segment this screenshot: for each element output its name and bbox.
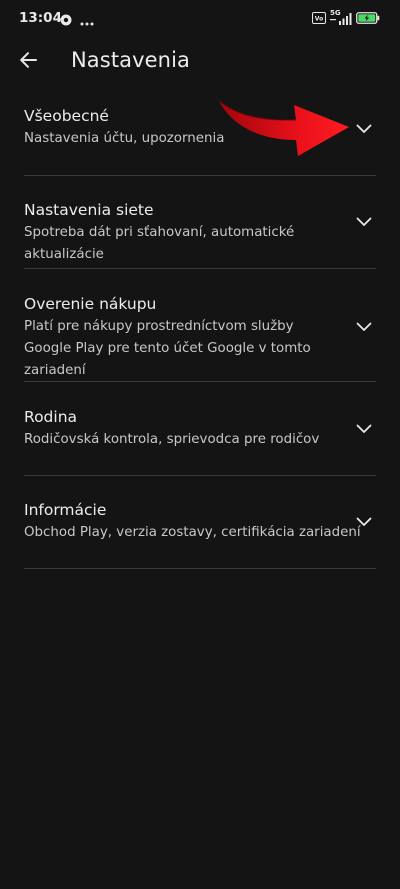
back-button[interactable]: [12, 46, 44, 78]
divider: [24, 381, 376, 382]
settings-item-title: Informácie: [24, 501, 107, 519]
app-bar: Nastavenia: [0, 36, 400, 88]
divider: [24, 475, 376, 476]
chevron-down-icon[interactable]: [354, 419, 374, 439]
settings-item-network[interactable]: Nastavenia siete Spotreba dát pri sťahov…: [24, 199, 376, 266]
signal-icon: 5G: [330, 9, 352, 26]
battery-charging-icon: [356, 9, 380, 28]
settings-item-about[interactable]: Informácie Obchod Play, verzia zostavy, …: [24, 499, 376, 544]
settings-item-subtitle: Spotreba dát pri sťahovaní, automatické …: [24, 225, 295, 262]
settings-item-title: Nastavenia siete: [24, 201, 154, 219]
volte-icon: Vo: [312, 9, 326, 28]
svg-text:Vo: Vo: [315, 16, 323, 23]
status-bar: 13:04 Vo 5G: [0, 0, 400, 36]
settings-item-purchase-verification[interactable]: Overenie nákupu Platí pre nákupy prostre…: [24, 293, 376, 382]
page-title: Nastavenia: [71, 48, 190, 72]
chevron-down-icon[interactable]: [354, 317, 374, 337]
more-dots-icon: [80, 11, 94, 30]
annotation-arrow: [218, 100, 349, 156]
settings-item-subtitle: Obchod Play, verzia zostavy, certifikáci…: [24, 525, 361, 540]
arrow-back-icon: [18, 50, 38, 74]
settings-item-title: Overenie nákupu: [24, 295, 157, 313]
app-notification-icon: [60, 11, 72, 30]
chevron-down-icon[interactable]: [354, 212, 374, 232]
chevron-down-icon[interactable]: [354, 512, 374, 532]
divider: [24, 268, 376, 269]
divider: [24, 568, 376, 569]
settings-item-subtitle: Platí pre nákupy prostredníctvom služby …: [24, 319, 311, 378]
divider: [24, 175, 376, 176]
status-time: 13:04: [19, 10, 62, 26]
chevron-down-icon[interactable]: [354, 119, 374, 139]
settings-item-title: Rodina: [24, 408, 78, 426]
settings-item-family[interactable]: Rodina Rodičovská kontrola, sprievodca p…: [24, 406, 376, 451]
settings-item-subtitle: Rodičovská kontrola, sprievodca pre rodi…: [24, 432, 320, 447]
